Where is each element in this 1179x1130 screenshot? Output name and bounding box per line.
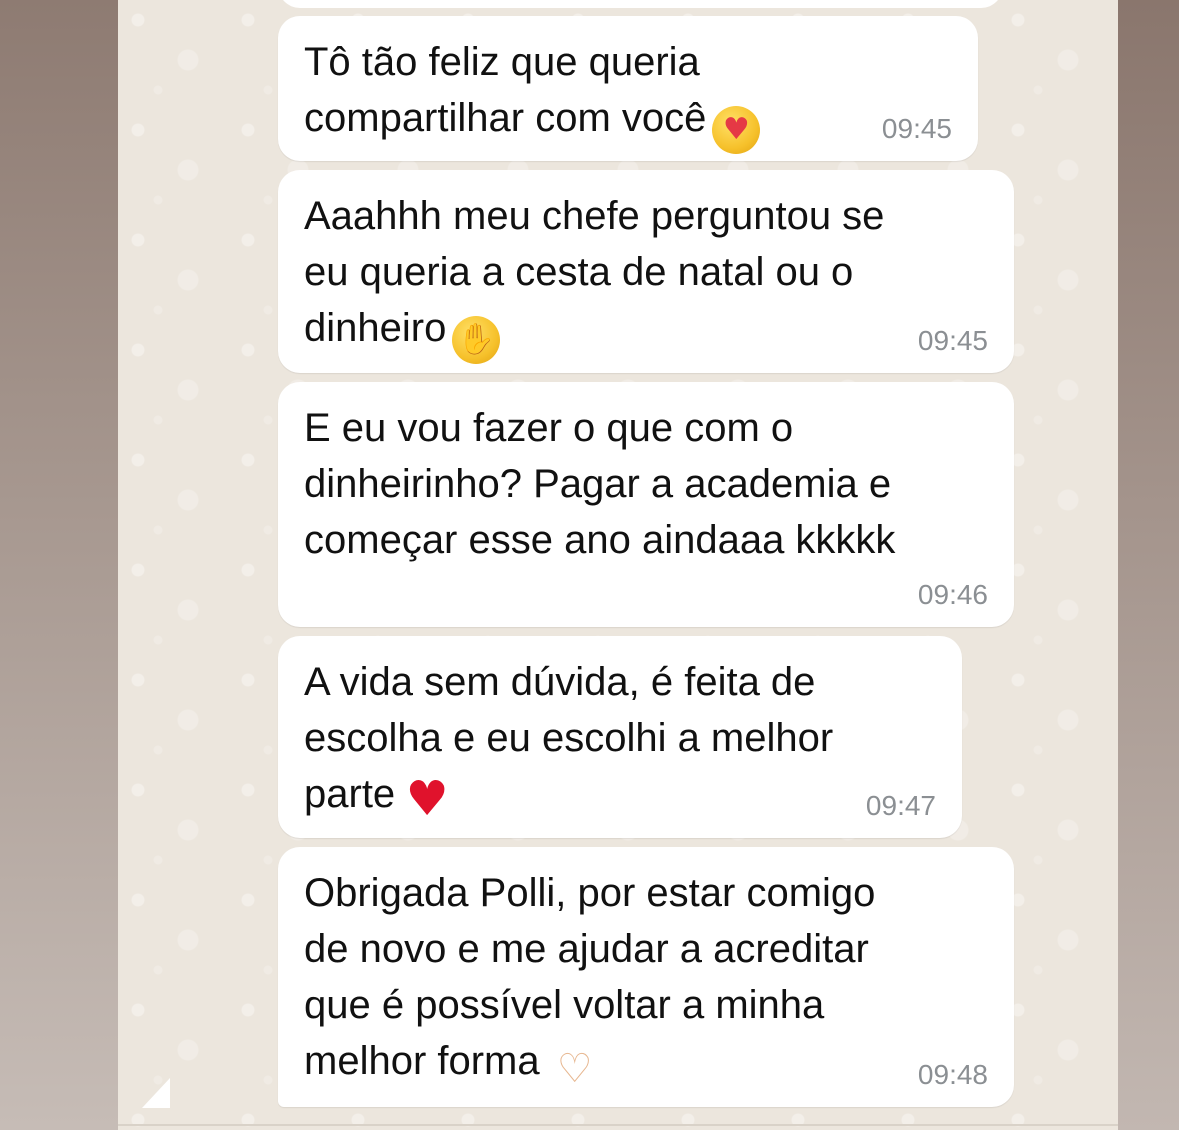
- heart-eyes-emoji-icon: ♥: [712, 106, 761, 154]
- previous-message-bubble-edge: [278, 0, 1003, 8]
- message-timestamp: 09:47: [865, 790, 936, 821]
- message-text: Aaahhh meu chefe perguntou se eu queria …: [304, 188, 988, 364]
- left-backdrop: [0, 0, 118, 1130]
- message-timestamp: 09:46: [917, 579, 988, 610]
- message-bubble[interactable]: Obrigada Polli, por estar comigo de novo…: [278, 847, 1014, 1107]
- message-timestamp: 09:45: [881, 113, 952, 144]
- message-timestamp: 09:48: [917, 1059, 988, 1090]
- message-bubble[interactable]: Tô tão feliz que queria compartilhar com…: [278, 16, 978, 161]
- message-text: Tô tão feliz que queria compartilhar com…: [304, 34, 952, 154]
- message-text: Obrigada Polli, por estar comigo de novo…: [304, 871, 876, 1092]
- message-bubble[interactable]: A vida sem dúvida, é feita de escolha e …: [278, 636, 962, 838]
- message-timestamp: 09:45: [917, 325, 988, 356]
- red-heart-emoji-icon: ♥: [405, 771, 449, 827]
- message-bubble[interactable]: E eu vou fazer o que com o dinheirinho? …: [278, 382, 1014, 627]
- chat-message-area[interactable]: Tô tão feliz que queria compartilhar com…: [118, 0, 1118, 1130]
- message-text: A vida sem dúvida, é feita de escolha e …: [304, 660, 834, 827]
- right-backdrop: [1118, 0, 1179, 1130]
- heart-hands-emoji-icon: ♡: [556, 1046, 593, 1092]
- divider: [118, 1124, 1118, 1126]
- hand-over-mouth-emoji-icon: ✋: [452, 316, 501, 364]
- bubble-tail: [142, 1078, 170, 1108]
- message-text: E eu vou fazer o que com o dinheirinho? …: [304, 406, 896, 562]
- message-bubble[interactable]: Aaahhh meu chefe perguntou se eu queria …: [278, 170, 1014, 373]
